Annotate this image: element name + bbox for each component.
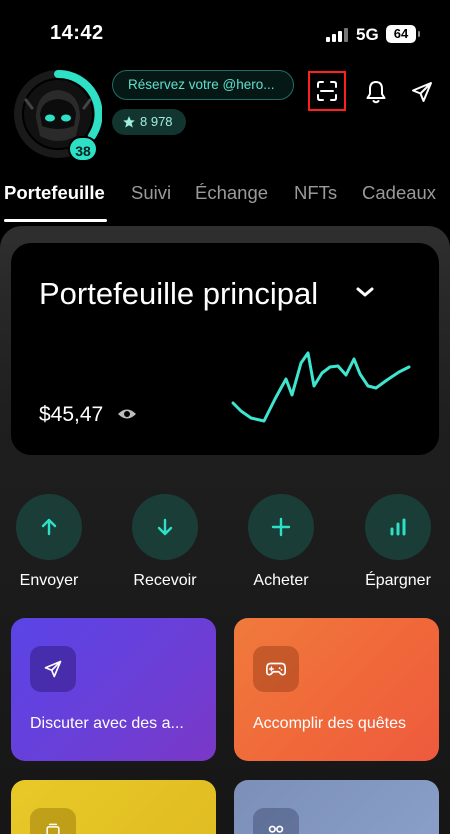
reserve-handle-button[interactable]: Réservez votre @hero... [112,70,294,100]
wallet-title[interactable]: Portefeuille principal [39,276,318,312]
quests-feature-label: Accomplir des quêtes [253,715,406,732]
tab-cadeaux[interactable]: Cadeaux [362,182,436,204]
wallet-card[interactable]: Portefeuille principal $45,47 [11,243,439,455]
tab-bar: Portefeuille Suivi Échange NFTs Cadeaux [0,182,450,222]
tab-echange[interactable]: Échange [195,182,268,204]
cards-feature-card[interactable] [11,780,216,834]
users-feature-card[interactable] [234,780,439,834]
scan-icon [317,81,337,101]
plus-icon [248,494,314,560]
tab-portefeuille[interactable]: Portefeuille [4,182,105,204]
tab-suivi[interactable]: Suivi [131,182,171,204]
arrow-up-icon [16,494,82,560]
wallet-balance: $45,47 [39,403,104,426]
wallet-sparkline [231,351,411,423]
tab-nfts[interactable]: NFTs [294,182,337,204]
receive-action-label: Recevoir [133,572,197,589]
send-header-button[interactable] [408,78,436,106]
star-icon [123,116,135,128]
battery-icon: 64 [386,25,420,43]
save-action[interactable]: Épargner [343,494,450,594]
buy-action-label: Acheter [253,572,309,589]
chevron-down-icon[interactable] [354,285,376,299]
points-badge[interactable]: 8 978 [112,109,186,135]
save-action-label: Épargner [365,572,431,589]
active-tab-indicator [4,219,107,222]
eye-icon[interactable] [117,407,137,421]
notifications-button[interactable] [362,78,390,106]
status-time: 14:42 [50,22,104,44]
chat-feature-label: Discuter avec des a... [30,715,184,732]
signal-icon [326,28,348,42]
points-value: 8 978 [140,114,173,129]
quests-feature-card[interactable]: Accomplir des quêtes [234,618,439,761]
bell-icon [366,81,386,104]
network-label: 5G [356,25,379,44]
send-icon [30,646,76,692]
cards-icon [30,808,76,834]
buy-action[interactable]: Acheter [226,494,336,594]
users-icon [253,808,299,834]
chat-feature-card[interactable]: Discuter avec des a... [11,618,216,761]
send-icon [412,82,432,102]
status-bar: 14:42 5G 64 [0,0,450,62]
gamepad-icon [253,646,299,692]
bar-chart-icon [365,494,431,560]
send-action-label: Envoyer [19,572,79,589]
receive-action[interactable]: Recevoir [110,494,220,594]
level-badge: 38 [68,136,98,162]
send-action[interactable]: Envoyer [0,494,104,594]
arrow-down-icon [132,494,198,560]
scan-button[interactable] [308,71,346,111]
